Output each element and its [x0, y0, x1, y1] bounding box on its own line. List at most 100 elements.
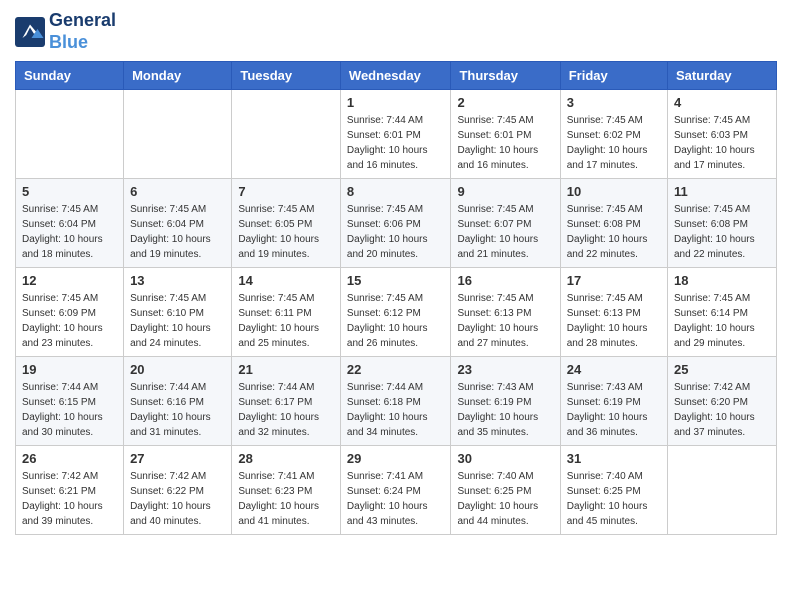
header: General Blue	[15, 10, 777, 53]
calendar-table: SundayMondayTuesdayWednesdayThursdayFrid…	[15, 61, 777, 535]
day-info: Sunrise: 7:45 AMSunset: 6:04 PMDaylight:…	[22, 202, 117, 262]
day-cell: 6 Sunrise: 7:45 AMSunset: 6:04 PMDaylight…	[124, 179, 232, 268]
weekday-header-wednesday: Wednesday	[340, 62, 451, 90]
day-cell: 25 Sunrise: 7:42 AMSunset: 6:20 PMDayligh…	[668, 357, 777, 446]
weekday-header-tuesday: Tuesday	[232, 62, 341, 90]
day-info: Sunrise: 7:40 AMSunset: 6:25 PMDaylight:…	[457, 469, 553, 529]
day-cell: 12 Sunrise: 7:45 AMSunset: 6:09 PMDayligh…	[16, 268, 124, 357]
day-info: Sunrise: 7:42 AMSunset: 6:21 PMDaylight:…	[22, 469, 117, 529]
day-info: Sunrise: 7:40 AMSunset: 6:25 PMDaylight:…	[567, 469, 661, 529]
day-number: 26	[22, 451, 117, 466]
day-info: Sunrise: 7:44 AMSunset: 6:17 PMDaylight:…	[238, 380, 334, 440]
day-cell: 13 Sunrise: 7:45 AMSunset: 6:10 PMDayligh…	[124, 268, 232, 357]
day-cell: 7 Sunrise: 7:45 AMSunset: 6:05 PMDaylight…	[232, 179, 341, 268]
day-cell: 21Sunrise: 7:44 AMSunset: 6:17 PMDayligh…	[232, 357, 341, 446]
day-info: Sunrise: 7:45 AMSunset: 6:10 PMDaylight:…	[130, 291, 225, 351]
logo: General Blue	[15, 10, 116, 53]
day-cell: 4 Sunrise: 7:45 AMSunset: 6:03 PMDaylight…	[668, 90, 777, 179]
day-number: 11	[674, 184, 770, 199]
week-row-3: 12 Sunrise: 7:45 AMSunset: 6:09 PMDayligh…	[16, 268, 777, 357]
day-info: Sunrise: 7:44 AMSunset: 6:18 PMDaylight:…	[347, 380, 445, 440]
day-info: Sunrise: 7:45 AMSunset: 6:05 PMDaylight:…	[238, 202, 334, 262]
day-info: Sunrise: 7:45 AMSunset: 6:03 PMDaylight:…	[674, 113, 770, 173]
day-info: Sunrise: 7:45 AMSunset: 6:04 PMDaylight:…	[130, 202, 225, 262]
day-info: Sunrise: 7:43 AMSunset: 6:19 PMDaylight:…	[567, 380, 661, 440]
day-info: Sunrise: 7:45 AMSunset: 6:09 PMDaylight:…	[22, 291, 117, 351]
day-cell: 29Sunrise: 7:41 AMSunset: 6:24 PMDayligh…	[340, 446, 451, 535]
day-cell: 5 Sunrise: 7:45 AMSunset: 6:04 PMDaylight…	[16, 179, 124, 268]
day-cell	[16, 90, 124, 179]
day-cell: 9 Sunrise: 7:45 AMSunset: 6:07 PMDaylight…	[451, 179, 560, 268]
day-number: 6	[130, 184, 225, 199]
day-info: Sunrise: 7:45 AMSunset: 6:13 PMDaylight:…	[457, 291, 553, 351]
day-cell: 22 Sunrise: 7:44 AMSunset: 6:18 PMDayligh…	[340, 357, 451, 446]
day-cell: 1 Sunrise: 7:44 AMSunset: 6:01 PMDaylight…	[340, 90, 451, 179]
weekday-header-friday: Friday	[560, 62, 667, 90]
day-info: Sunrise: 7:44 AMSunset: 6:16 PMDaylight:…	[130, 380, 225, 440]
day-number: 16	[457, 273, 553, 288]
weekday-header-sunday: Sunday	[16, 62, 124, 90]
day-cell: 30 Sunrise: 7:40 AMSunset: 6:25 PMDayligh…	[451, 446, 560, 535]
day-info: Sunrise: 7:44 AMSunset: 6:15 PMDaylight:…	[22, 380, 117, 440]
weekday-header-row: SundayMondayTuesdayWednesdayThursdayFrid…	[16, 62, 777, 90]
day-cell: 15 Sunrise: 7:45 AMSunset: 6:12 PMDayligh…	[340, 268, 451, 357]
day-number: 31	[567, 451, 661, 466]
day-info: Sunrise: 7:41 AMSunset: 6:23 PMDaylight:…	[238, 469, 334, 529]
day-cell: 14 Sunrise: 7:45 AMSunset: 6:11 PMDayligh…	[232, 268, 341, 357]
day-number: 3	[567, 95, 661, 110]
day-info: Sunrise: 7:45 AMSunset: 6:07 PMDaylight:…	[457, 202, 553, 262]
day-number: 5	[22, 184, 117, 199]
day-info: Sunrise: 7:45 AMSunset: 6:14 PMDaylight:…	[674, 291, 770, 351]
day-info: Sunrise: 7:45 AMSunset: 6:13 PMDaylight:…	[567, 291, 661, 351]
day-number: 27	[130, 451, 225, 466]
day-info: Sunrise: 7:45 AMSunset: 6:11 PMDaylight:…	[238, 291, 334, 351]
day-cell: 17 Sunrise: 7:45 AMSunset: 6:13 PMDayligh…	[560, 268, 667, 357]
day-cell: 3 Sunrise: 7:45 AMSunset: 6:02 PMDaylight…	[560, 90, 667, 179]
day-number: 18	[674, 273, 770, 288]
day-cell: 8 Sunrise: 7:45 AMSunset: 6:06 PMDaylight…	[340, 179, 451, 268]
day-number: 2	[457, 95, 553, 110]
day-number: 13	[130, 273, 225, 288]
day-cell: 11Sunrise: 7:45 AMSunset: 6:08 PMDayligh…	[668, 179, 777, 268]
weekday-header-monday: Monday	[124, 62, 232, 90]
day-number: 8	[347, 184, 445, 199]
day-info: Sunrise: 7:45 AMSunset: 6:12 PMDaylight:…	[347, 291, 445, 351]
day-number: 7	[238, 184, 334, 199]
day-info: Sunrise: 7:42 AMSunset: 6:22 PMDaylight:…	[130, 469, 225, 529]
day-number: 24	[567, 362, 661, 377]
day-info: Sunrise: 7:42 AMSunset: 6:20 PMDaylight:…	[674, 380, 770, 440]
day-cell: 26 Sunrise: 7:42 AMSunset: 6:21 PMDayligh…	[16, 446, 124, 535]
day-number: 17	[567, 273, 661, 288]
day-number: 30	[457, 451, 553, 466]
day-number: 22	[347, 362, 445, 377]
day-number: 29	[347, 451, 445, 466]
day-number: 15	[347, 273, 445, 288]
day-number: 25	[674, 362, 770, 377]
day-info: Sunrise: 7:45 AMSunset: 6:08 PMDaylight:…	[567, 202, 661, 262]
day-cell: 10Sunrise: 7:45 AMSunset: 6:08 PMDayligh…	[560, 179, 667, 268]
day-number: 19	[22, 362, 117, 377]
day-cell: 28 Sunrise: 7:41 AMSunset: 6:23 PMDayligh…	[232, 446, 341, 535]
day-cell: 20Sunrise: 7:44 AMSunset: 6:16 PMDayligh…	[124, 357, 232, 446]
day-cell: 2 Sunrise: 7:45 AMSunset: 6:01 PMDaylight…	[451, 90, 560, 179]
day-number: 4	[674, 95, 770, 110]
weekday-header-thursday: Thursday	[451, 62, 560, 90]
day-cell	[232, 90, 341, 179]
week-row-2: 5 Sunrise: 7:45 AMSunset: 6:04 PMDaylight…	[16, 179, 777, 268]
day-number: 1	[347, 95, 445, 110]
day-info: Sunrise: 7:43 AMSunset: 6:19 PMDaylight:…	[457, 380, 553, 440]
day-number: 9	[457, 184, 553, 199]
day-info: Sunrise: 7:45 AMSunset: 6:02 PMDaylight:…	[567, 113, 661, 173]
day-info: Sunrise: 7:45 AMSunset: 6:06 PMDaylight:…	[347, 202, 445, 262]
day-info: Sunrise: 7:45 AMSunset: 6:01 PMDaylight:…	[457, 113, 553, 173]
day-number: 14	[238, 273, 334, 288]
logo-text: General Blue	[49, 10, 116, 53]
week-row-1: 1 Sunrise: 7:44 AMSunset: 6:01 PMDaylight…	[16, 90, 777, 179]
day-info: Sunrise: 7:44 AMSunset: 6:01 PMDaylight:…	[347, 113, 445, 173]
day-cell: 16 Sunrise: 7:45 AMSunset: 6:13 PMDayligh…	[451, 268, 560, 357]
weekday-header-saturday: Saturday	[668, 62, 777, 90]
day-number: 23	[457, 362, 553, 377]
day-number: 12	[22, 273, 117, 288]
day-number: 28	[238, 451, 334, 466]
day-cell: 31 Sunrise: 7:40 AMSunset: 6:25 PMDayligh…	[560, 446, 667, 535]
